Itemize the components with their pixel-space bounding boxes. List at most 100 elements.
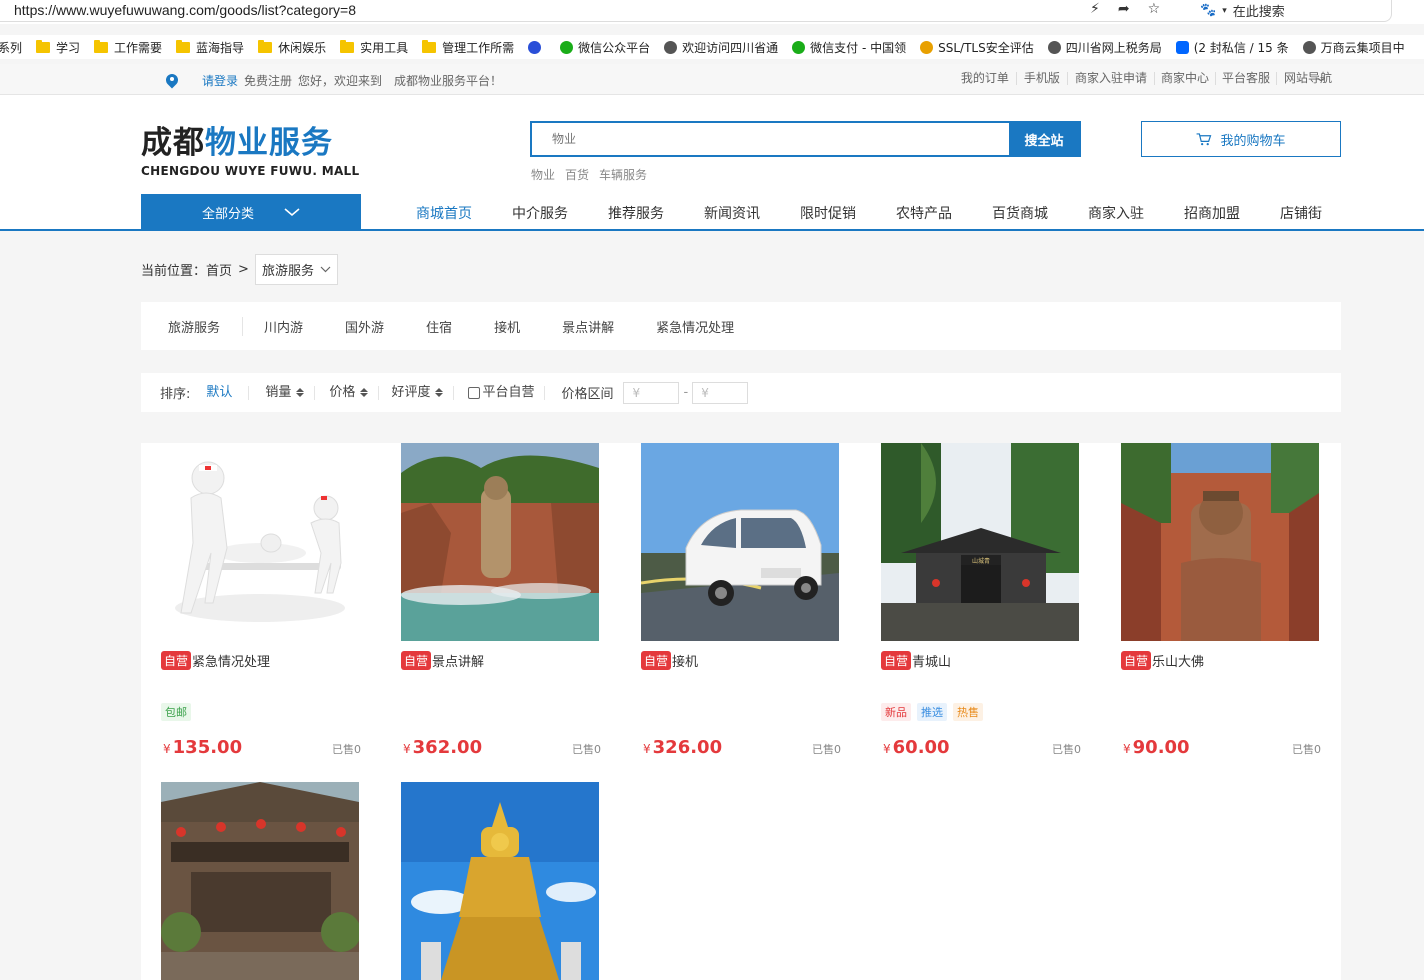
- product-image[interactable]: [161, 782, 359, 980]
- bookmark-item[interactable]: 万商云集项目中: [1302, 39, 1405, 56]
- search-button[interactable]: 搜全站: [1009, 123, 1079, 155]
- main-nav: 商城首页 中介服务 推荐服务 新闻资讯 限时促销 农特产品 百货商城 商家入驻 招商加盟 店铺街: [396, 203, 1356, 223]
- hot-word-link[interactable]: 车辆服务: [599, 166, 647, 183]
- browser-search[interactable]: 🐾 ▾ 在此搜索: [1200, 1, 1285, 20]
- cart-button[interactable]: 我的购物车: [1141, 121, 1341, 157]
- nav-item[interactable]: 限时促销: [780, 203, 876, 223]
- location-pin-icon[interactable]: [166, 74, 178, 88]
- sort-sales[interactable]: 销量: [249, 385, 316, 400]
- product-card[interactable]: 自营 景点讲解 ¥362.00 已售0: [401, 443, 601, 763]
- site-top-bar: 请登录 免费注册 您好，欢迎来到 成都物业服务平台！ 我的订单 手机版 商家入驻申请…: [0, 64, 1424, 95]
- nav-item[interactable]: 推荐服务: [588, 203, 684, 223]
- bookmark-item[interactable]: 管理工作所需: [422, 39, 514, 56]
- self-run-checkbox[interactable]: [468, 386, 481, 399]
- nav-item[interactable]: 新闻资讯: [684, 203, 780, 223]
- price-range-dash: -: [683, 385, 689, 400]
- hot-word-link[interactable]: 物业: [531, 166, 555, 183]
- breadcrumb-category-select[interactable]: 旅游服务: [254, 254, 338, 285]
- url-field[interactable]: https://www.wuyefuwuwang.com/goods/list?…: [0, 0, 1392, 22]
- product-name[interactable]: 青城山: [912, 651, 951, 670]
- product-title[interactable]: 自营 接机: [641, 651, 841, 670]
- bookmark-item[interactable]: (2 封私信 / 15 条: [1175, 39, 1289, 56]
- site-logo[interactable]: 成都物业服务 CHENGDOU WUYE FUWU. MALL: [141, 117, 359, 178]
- subcategory-link[interactable]: 旅游服务: [141, 316, 244, 336]
- subcategory-link[interactable]: 国外游: [324, 317, 405, 336]
- product-image[interactable]: [401, 443, 599, 641]
- lightning-icon[interactable]: ⚡: [1090, 1, 1100, 17]
- product-image[interactable]: [641, 443, 839, 641]
- bookmark-item[interactable]: SSL/TLS安全评估: [920, 39, 1034, 56]
- search-input[interactable]: [532, 123, 1009, 155]
- product-card[interactable]: 自营 紧急情况处理 包邮 ¥135.00 已售0: [161, 443, 361, 763]
- top-link[interactable]: 平台客服: [1214, 72, 1276, 85]
- login-link[interactable]: 请登录: [202, 72, 238, 89]
- top-link[interactable]: 手机版: [1015, 72, 1067, 85]
- product-name[interactable]: 景点讲解: [432, 651, 484, 670]
- register-link[interactable]: 免费注册: [244, 72, 292, 89]
- product-card[interactable]: 山城青 自营 青城山 新品 推选 热售 ¥60.00 已售0: [881, 443, 1081, 763]
- subcategory-link[interactable]: 住宿: [405, 317, 473, 336]
- subcategory-link[interactable]: 川内游: [243, 317, 324, 336]
- sort-default[interactable]: 默认: [190, 385, 250, 400]
- bookmark-item[interactable]: 实用工具: [340, 39, 408, 56]
- chevron-down-icon[interactable]: ⌄: [1313, 70, 1329, 84]
- product-title[interactable]: 自营 紧急情况处理: [161, 651, 361, 670]
- nav-item[interactable]: 百货商城: [972, 203, 1068, 223]
- bookmark-item[interactable]: 四川省网上税务局: [1047, 39, 1162, 56]
- top-link[interactable]: 商家中心: [1153, 72, 1215, 85]
- product-name[interactable]: 乐山大佛: [1152, 651, 1204, 670]
- currency-symbol: ¥: [163, 742, 171, 756]
- product-name[interactable]: 紧急情况处理: [192, 651, 270, 670]
- product-card[interactable]: 自营 乐山大佛 ¥90.00 已售0: [1121, 443, 1321, 763]
- bookmark-item[interactable]: [528, 40, 546, 54]
- top-link[interactable]: 商家入驻申请: [1066, 72, 1154, 85]
- all-categories-button[interactable]: 全部分类: [141, 194, 361, 231]
- browser-search-label[interactable]: 在此搜索: [1233, 1, 1285, 20]
- nav-item[interactable]: 农特产品: [876, 203, 972, 223]
- bookmark-item[interactable]: 休闲娱乐: [258, 39, 326, 56]
- currency-symbol: ¥: [1123, 742, 1131, 756]
- top-link[interactable]: 我的订单: [954, 72, 1016, 85]
- bookmark-item[interactable]: 系列: [0, 39, 22, 56]
- product-image[interactable]: [161, 443, 359, 641]
- bookmark-item[interactable]: 微信支付 - 中国领: [792, 39, 906, 56]
- product-tag: 包邮: [161, 703, 191, 721]
- bookmark-item[interactable]: 欢迎访问四川省通: [664, 39, 778, 56]
- product-card[interactable]: [401, 782, 601, 980]
- url-text[interactable]: https://www.wuyefuwuwang.com/goods/list?…: [14, 2, 356, 18]
- bookmark-item[interactable]: 微信公众平台: [560, 39, 650, 56]
- bookmark-item[interactable]: 工作需要: [94, 39, 162, 56]
- paw-icon[interactable]: 🐾: [1200, 3, 1216, 18]
- price-min-input[interactable]: ¥: [623, 381, 680, 404]
- product-image[interactable]: [1121, 443, 1319, 641]
- self-run-filter[interactable]: 平台自营: [454, 385, 546, 400]
- sort-price[interactable]: 价格: [315, 385, 380, 400]
- breadcrumb-home[interactable]: 首页: [206, 260, 232, 279]
- sort-rating[interactable]: 好评度: [379, 385, 455, 400]
- product-image[interactable]: 山城青: [881, 443, 1079, 641]
- nav-item[interactable]: 商家入驻: [1068, 203, 1164, 223]
- product-card[interactable]: [161, 782, 361, 980]
- bookmark-item[interactable]: 学习: [36, 39, 80, 56]
- price-max-input[interactable]: ¥: [692, 381, 749, 404]
- bookmark-item[interactable]: 蓝海指导: [176, 39, 244, 56]
- bookmark-label: 欢迎访问四川省通: [682, 40, 779, 55]
- nav-item[interactable]: 中介服务: [492, 203, 588, 223]
- sold-count: 已售0: [1292, 743, 1321, 756]
- hot-word-link[interactable]: 百货: [565, 166, 589, 183]
- product-title[interactable]: 自营 青城山: [881, 651, 1081, 670]
- product-title[interactable]: 自营 乐山大佛: [1121, 651, 1321, 670]
- product-card[interactable]: 自营 接机 ¥326.00 已售0: [641, 443, 841, 763]
- share-icon[interactable]: ➦: [1118, 1, 1130, 17]
- subcategory-link[interactable]: 景点讲解: [541, 317, 635, 336]
- subcategory-link[interactable]: 紧急情况处理: [635, 317, 755, 336]
- product-image[interactable]: [401, 782, 599, 980]
- breadcrumb-label: 当前位置：: [141, 264, 207, 279]
- product-name[interactable]: 接机: [672, 651, 698, 670]
- nav-item[interactable]: 店铺街: [1260, 203, 1356, 223]
- product-title[interactable]: 自营 景点讲解: [401, 651, 601, 670]
- nav-item[interactable]: 商城首页: [396, 203, 492, 223]
- nav-item[interactable]: 招商加盟: [1164, 203, 1260, 223]
- star-icon[interactable]: ☆: [1148, 1, 1161, 17]
- subcategory-link[interactable]: 接机: [473, 317, 541, 336]
